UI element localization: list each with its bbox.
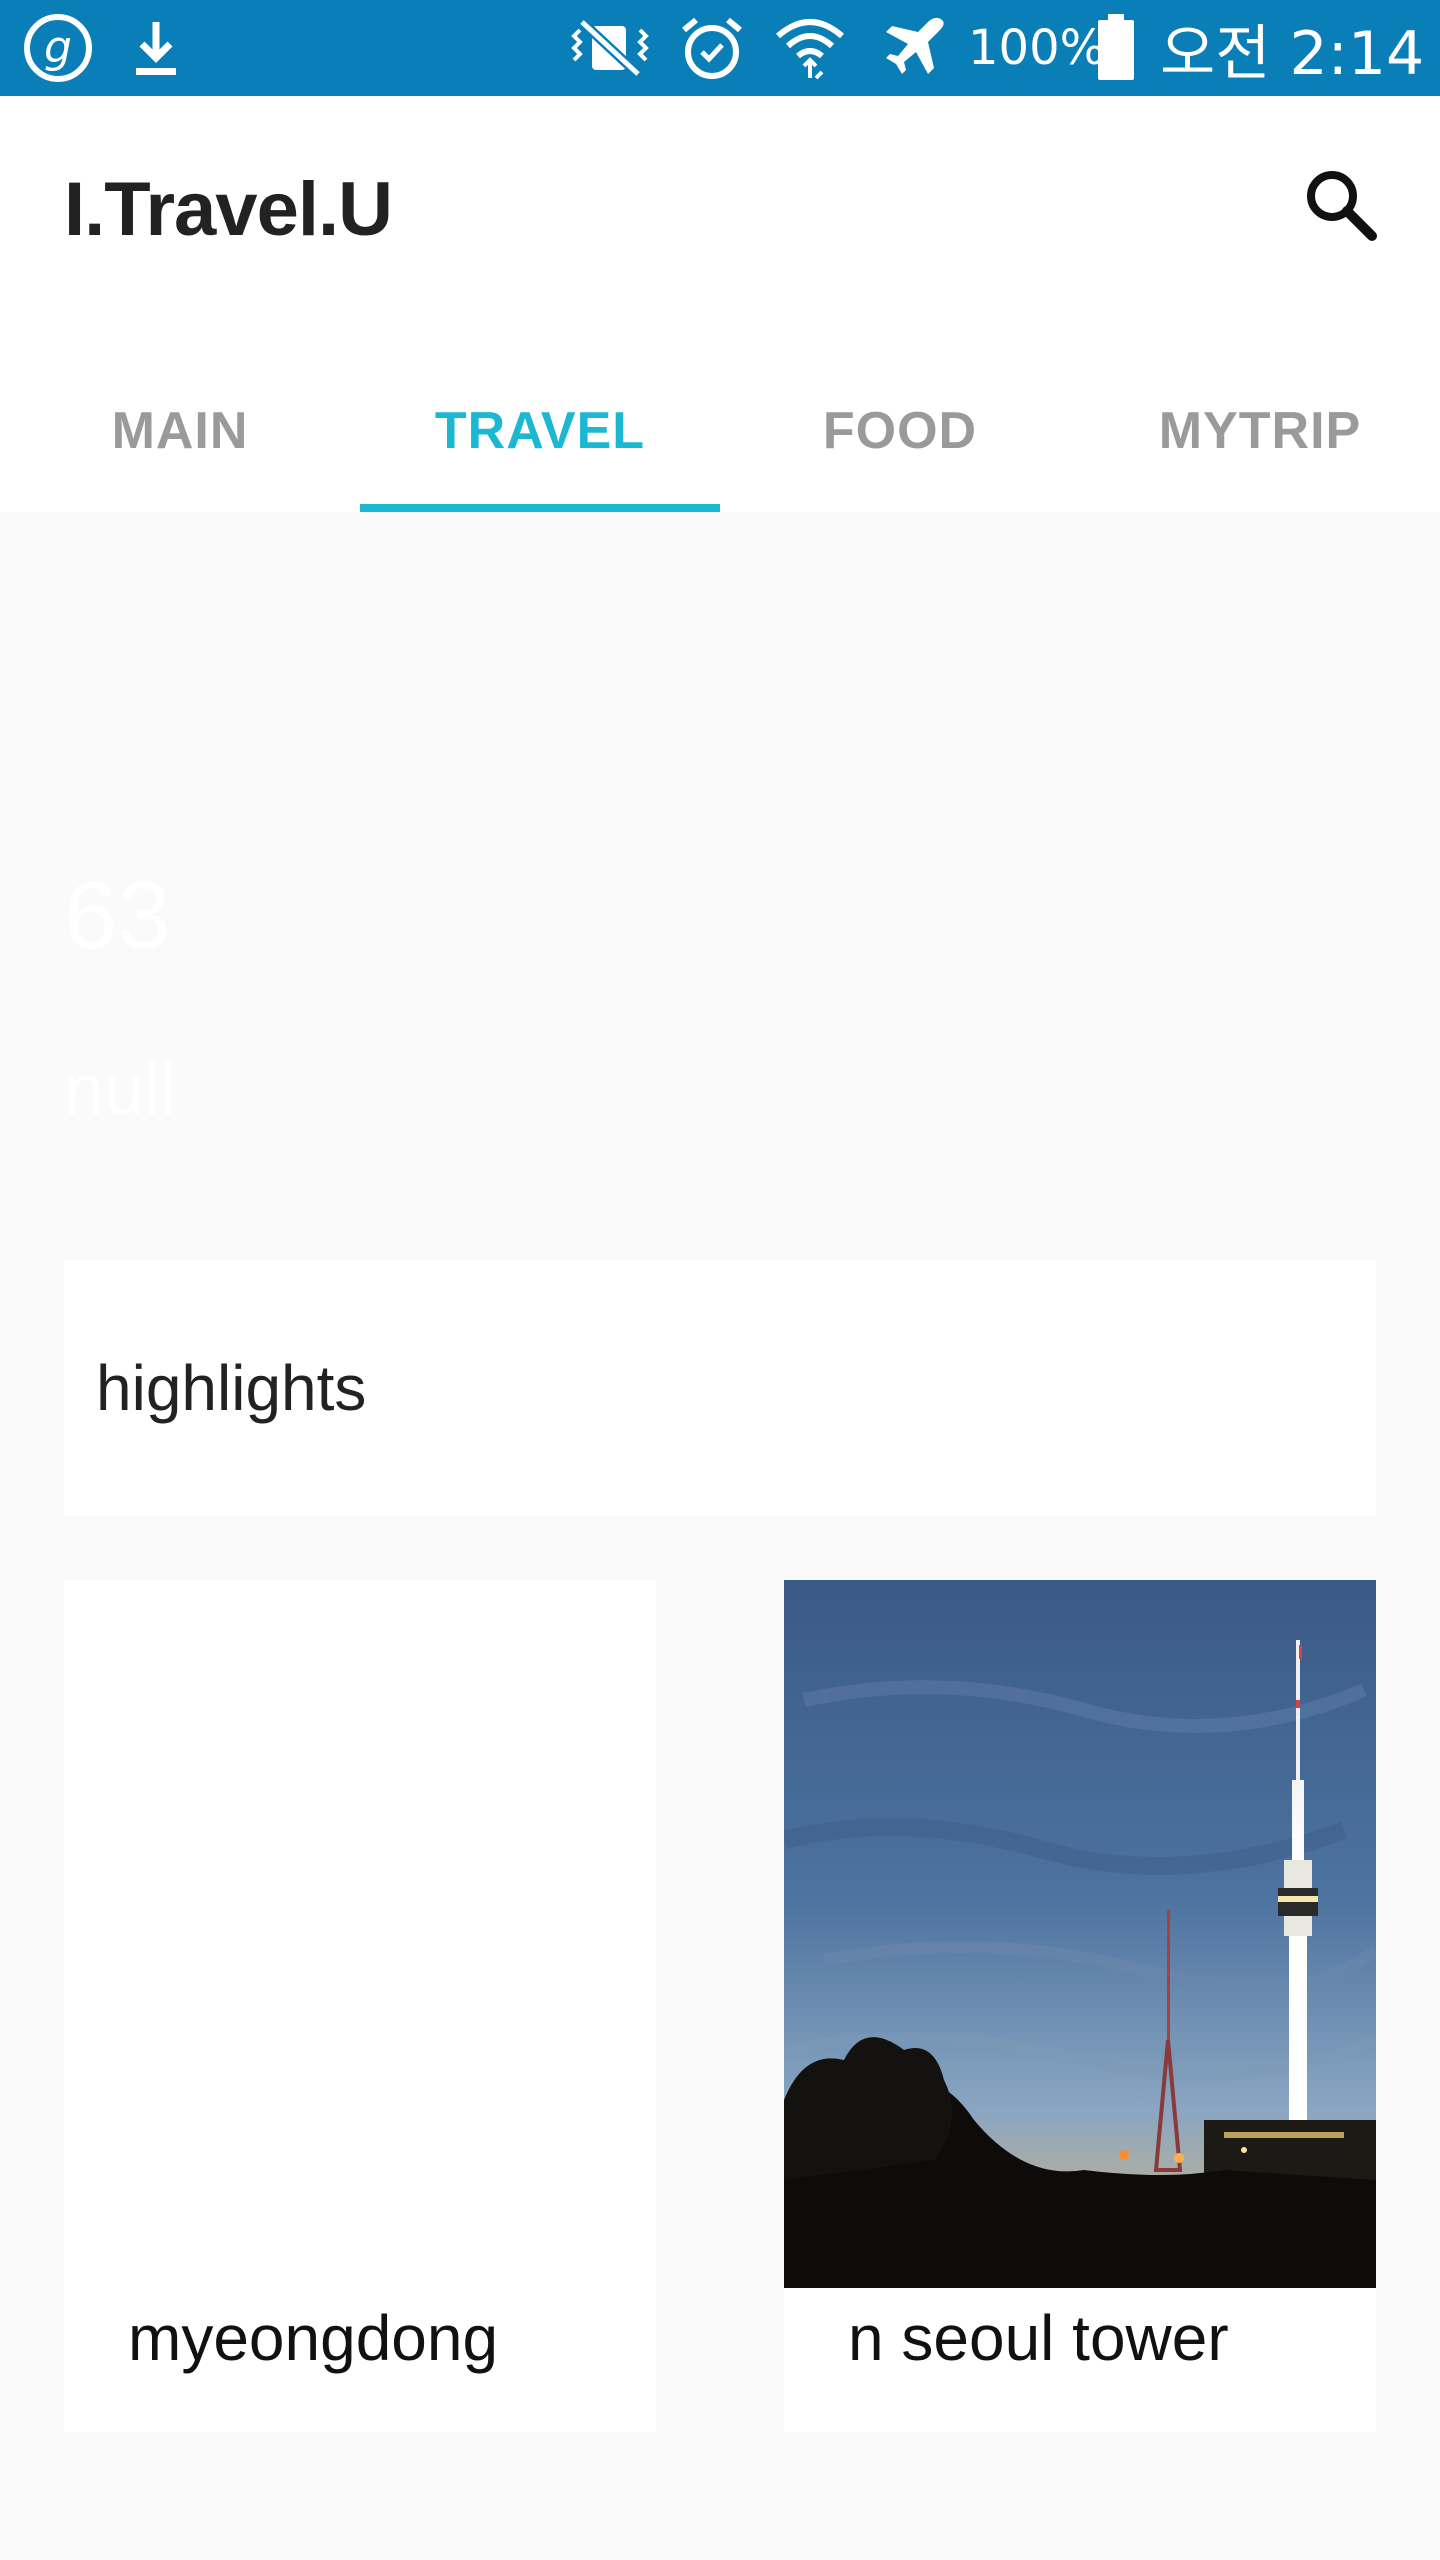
tab-label: FOOD bbox=[822, 402, 978, 460]
header-number: 63 bbox=[64, 862, 171, 969]
app-g-icon: g bbox=[18, 12, 98, 84]
place-card-n-seoul-tower[interactable]: n seoul tower bbox=[784, 1580, 1376, 2432]
search-icon bbox=[1307, 171, 1377, 241]
place-name: myeongdong bbox=[128, 2302, 499, 2374]
tab-label: TRAVEL bbox=[434, 402, 646, 460]
active-tab-indicator bbox=[360, 504, 720, 512]
n-seoul-tower-photo bbox=[784, 1580, 1376, 2288]
highlights-card[interactable]: highlights bbox=[64, 1260, 1376, 1516]
app-title: I.Travel.U bbox=[64, 167, 393, 252]
battery-percent: 100% bbox=[968, 20, 1106, 76]
svg-text:g: g bbox=[44, 22, 72, 73]
place-image-placeholder bbox=[64, 1580, 656, 2288]
header-subtitle: null bbox=[64, 1050, 177, 1130]
search-button[interactable] bbox=[1300, 164, 1380, 244]
clock: 오전 2:14 bbox=[1160, 18, 1425, 89]
place-name: n seoul tower bbox=[848, 2302, 1229, 2374]
battery-icon bbox=[1092, 12, 1140, 84]
vibrate-mute-icon bbox=[560, 12, 660, 84]
content-area: 63 null highlights myeongdong n seoul to… bbox=[0, 512, 1440, 2560]
download-icon bbox=[120, 12, 192, 84]
airplane-icon bbox=[876, 12, 956, 84]
tab-bar: MAIN TRAVEL FOOD MYTRIP bbox=[0, 350, 1440, 512]
tab-main[interactable]: MAIN bbox=[0, 350, 360, 512]
highlights-label: highlights bbox=[96, 1352, 367, 1424]
wifi-icon bbox=[768, 12, 852, 84]
tab-label: MYTRIP bbox=[1158, 402, 1362, 460]
status-bar: g 100% 오전 2:14 bbox=[0, 0, 1440, 96]
tab-label: MAIN bbox=[111, 402, 249, 460]
alarm-icon bbox=[672, 12, 752, 84]
place-card-myeongdong[interactable]: myeongdong bbox=[64, 1580, 656, 2432]
tab-food[interactable]: FOOD bbox=[720, 350, 1080, 512]
tab-travel[interactable]: TRAVEL bbox=[360, 350, 720, 512]
tab-mytrip[interactable]: MYTRIP bbox=[1080, 350, 1440, 512]
